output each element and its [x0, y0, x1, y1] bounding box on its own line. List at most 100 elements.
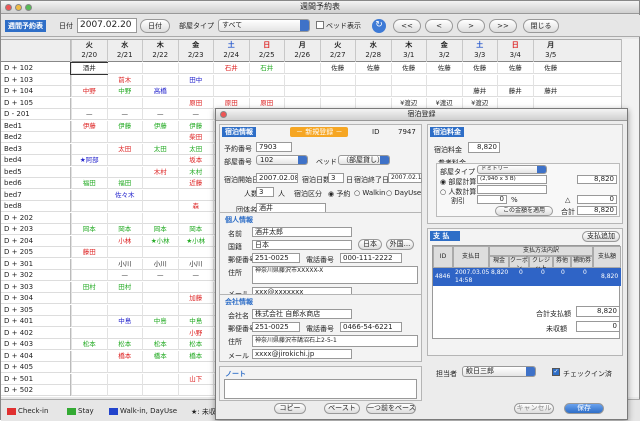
booking-cell[interactable] — [142, 362, 178, 373]
end-date-field[interactable]: 2007.02.10 — [388, 173, 422, 183]
booking-cell[interactable]: 福田 — [106, 178, 143, 189]
room-label[interactable]: D + 303 — [1, 281, 71, 293]
kind-dayuse-radio[interactable]: ○ DayUse — [386, 189, 421, 197]
booking-cell[interactable]: 橋本 — [106, 350, 143, 362]
booking-cell[interactable] — [284, 86, 320, 97]
people-field[interactable]: 3 — [256, 187, 274, 197]
booking-cell[interactable]: 石井 — [248, 63, 285, 74]
room-label[interactable]: D + 302 — [1, 270, 71, 281]
booking-cell[interactable]: 中島 — [142, 316, 178, 327]
booking-cell[interactable] — [142, 281, 178, 293]
booking-cell[interactable]: — — [106, 109, 143, 120]
booking-cell[interactable] — [390, 86, 427, 97]
zip-field[interactable]: 251-0025 — [252, 253, 300, 263]
booking-cell[interactable]: 岡本 — [106, 224, 143, 235]
booking-cell[interactable] — [106, 132, 143, 143]
booking-cell[interactable]: ¥渡辺 — [426, 97, 462, 109]
room-label[interactable]: D + 202 — [1, 212, 71, 224]
room-label[interactable]: D + 205 — [1, 247, 71, 258]
booking-cell[interactable] — [142, 327, 178, 339]
booking-cell[interactable]: — — [142, 109, 178, 120]
room-label[interactable]: D + 403 — [1, 339, 71, 350]
date-button[interactable]: 日付 — [140, 19, 170, 33]
company-mail-field[interactable]: xxxx@jirokichi.jp — [252, 349, 352, 359]
booking-cell[interactable] — [71, 189, 107, 201]
booking-cell[interactable] — [106, 166, 143, 178]
zoom-window-icon[interactable] — [25, 4, 32, 11]
booking-cell[interactable] — [177, 362, 214, 373]
room-label[interactable]: bed8 — [1, 201, 71, 212]
booking-cell[interactable]: ¥渡辺 — [461, 97, 498, 109]
booking-cell[interactable] — [106, 327, 143, 339]
booking-cell[interactable]: 松本 — [71, 339, 107, 350]
room-label[interactable]: D - 201 — [1, 109, 71, 120]
booking-cell[interactable] — [71, 362, 107, 373]
booking-cell[interactable]: 田中 — [177, 74, 214, 86]
room-label[interactable]: D + 204 — [1, 235, 71, 247]
booking-cell[interactable]: 岡本 — [177, 224, 214, 235]
country-field[interactable]: 日本 — [252, 240, 352, 250]
booking-cell[interactable]: 中島 — [177, 316, 214, 327]
booking-cell[interactable]: ★阿部 — [71, 155, 107, 166]
booking-cell[interactable]: 伊藤 — [142, 120, 178, 132]
booking-cell[interactable] — [142, 201, 178, 212]
booking-cell[interactable] — [106, 362, 143, 373]
booking-cell[interactable]: 伊藤 — [71, 120, 107, 132]
booking-cell[interactable]: 柴田 — [177, 132, 214, 143]
day-column-header[interactable]: 日 2/25 — [248, 40, 285, 62]
payment-row[interactable]: 4846 2007.03.05 14:58 8,820 0 0 0 0 8,82… — [433, 268, 621, 286]
booking-cell[interactable]: 福田 — [71, 178, 107, 189]
booking-cell[interactable] — [142, 155, 178, 166]
booking-cell[interactable]: 木村 — [177, 166, 214, 178]
date-field[interactable]: 2007.02.20 — [77, 18, 137, 33]
booking-cell[interactable] — [106, 212, 143, 224]
booking-cell[interactable]: 小野 — [177, 327, 214, 339]
booking-cell[interactable]: 石井 — [213, 63, 249, 74]
name-field[interactable]: 酒井太郎 — [252, 227, 352, 237]
booking-cell[interactable] — [177, 189, 214, 201]
room-label[interactable]: D + 203 — [1, 224, 71, 235]
booking-cell[interactable] — [71, 97, 107, 109]
booking-cell[interactable]: 岡本 — [142, 224, 178, 235]
japan-button[interactable]: 日本 — [358, 239, 382, 250]
apply-amount-button[interactable]: この金額を適用 — [495, 206, 553, 216]
booking-cell[interactable] — [106, 97, 143, 109]
booking-cell[interactable] — [71, 350, 107, 362]
day-column-header[interactable]: 木 2/22 — [142, 40, 178, 62]
booking-cell[interactable]: 小林 — [106, 235, 143, 247]
booking-cell[interactable]: 佐々木 — [106, 189, 143, 201]
booking-cell[interactable]: ★小林 — [177, 235, 214, 247]
booking-cell[interactable] — [355, 86, 391, 97]
booking-cell[interactable] — [71, 385, 107, 396]
booking-cell[interactable] — [142, 212, 178, 224]
booking-cell[interactable]: 佐藤 — [497, 63, 533, 74]
booking-cell[interactable]: 中野 — [106, 86, 143, 97]
booking-cell[interactable]: 小川 — [142, 258, 178, 270]
save-button[interactable]: 保存 — [564, 403, 604, 414]
day-column-header[interactable]: 土 3/3 — [461, 40, 498, 62]
booking-cell[interactable] — [71, 270, 107, 281]
booking-cell[interactable]: 酒井 — [70, 62, 108, 75]
booking-cell[interactable]: 太田 — [142, 143, 178, 155]
booking-cell[interactable]: 松本 — [142, 339, 178, 350]
booking-cell[interactable] — [71, 143, 107, 155]
booking-cell[interactable] — [106, 373, 143, 385]
booking-cell[interactable] — [71, 304, 107, 316]
booking-cell[interactable] — [106, 201, 143, 212]
booking-cell[interactable]: 橋本 — [142, 350, 178, 362]
booking-cell[interactable] — [71, 373, 107, 385]
room-label[interactable]: D + 405 — [1, 362, 71, 373]
booking-cell[interactable]: 佐藤 — [461, 63, 498, 74]
company-name-field[interactable]: 株式会社 自郎水商店 — [252, 309, 352, 319]
day-column-header[interactable]: 金 2/23 — [177, 40, 214, 62]
day-column-header[interactable]: 水 2/21 — [106, 40, 143, 62]
booking-cell[interactable] — [142, 178, 178, 189]
nav-next-button[interactable]: > — [457, 19, 485, 33]
room-label[interactable]: D + 104 — [1, 86, 71, 97]
minimize-window-icon[interactable] — [15, 4, 22, 11]
note-field[interactable] — [224, 379, 417, 399]
staff-select[interactable]: 鮫日三郎 — [462, 366, 536, 377]
booking-cell[interactable]: — — [106, 270, 143, 281]
room-label[interactable]: D + 103 — [1, 74, 71, 86]
booking-cell[interactable]: — — [177, 270, 214, 281]
